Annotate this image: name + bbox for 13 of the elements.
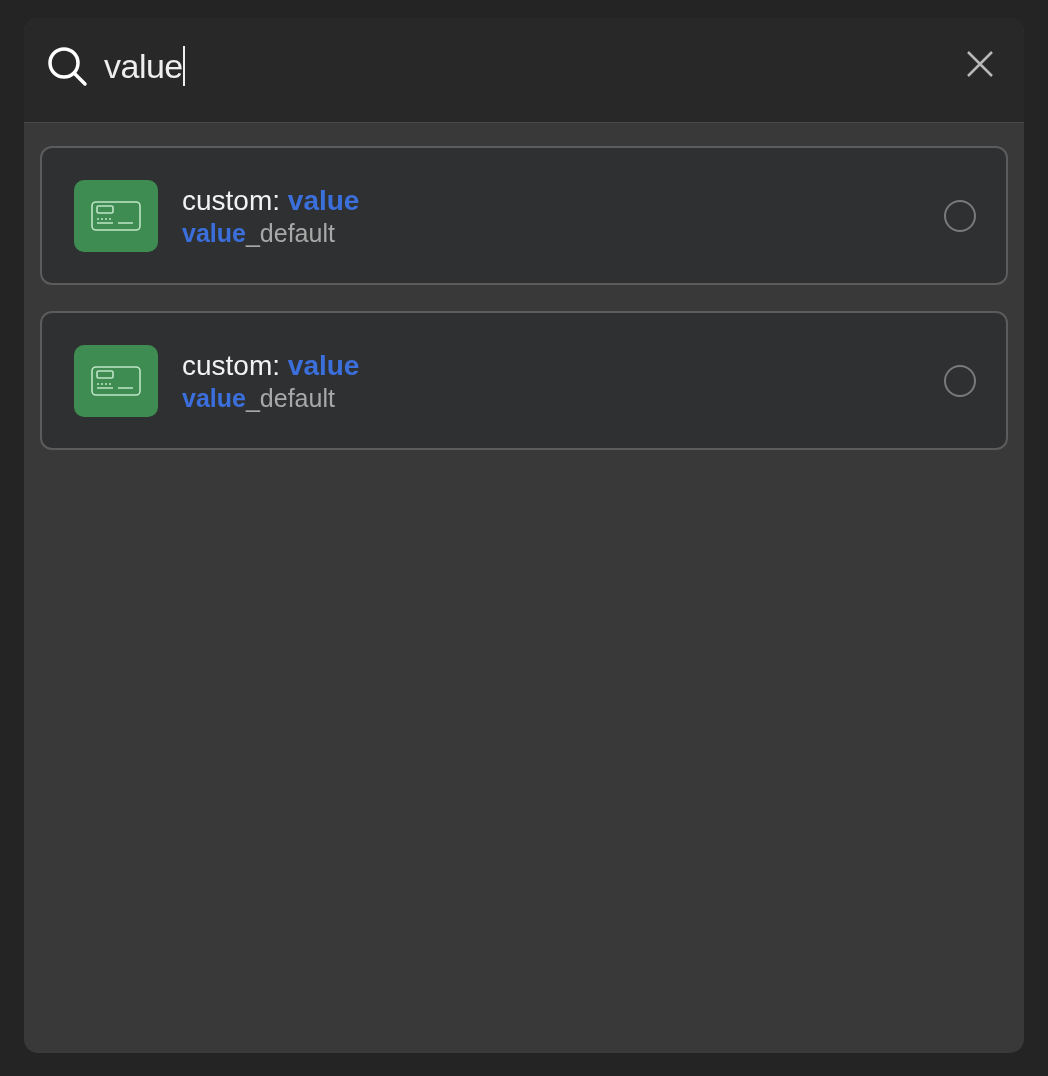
close-icon[interactable] — [966, 50, 994, 78]
result-card[interactable]: custom: value value_default — [40, 311, 1008, 450]
search-input[interactable]: value — [104, 46, 185, 86]
card-icon — [74, 179, 158, 252]
result-card[interactable]: custom: value value_default — [40, 146, 1008, 285]
result-title: custom: value — [182, 348, 361, 383]
result-title: custom: value — [182, 183, 361, 218]
result-subtitle: value_default — [182, 217, 336, 248]
result-subtitle: value_default — [182, 382, 336, 413]
radio-button[interactable] — [944, 199, 976, 232]
card-icon — [74, 344, 158, 417]
search-icon — [46, 45, 88, 87]
radio-button[interactable] — [944, 364, 976, 397]
